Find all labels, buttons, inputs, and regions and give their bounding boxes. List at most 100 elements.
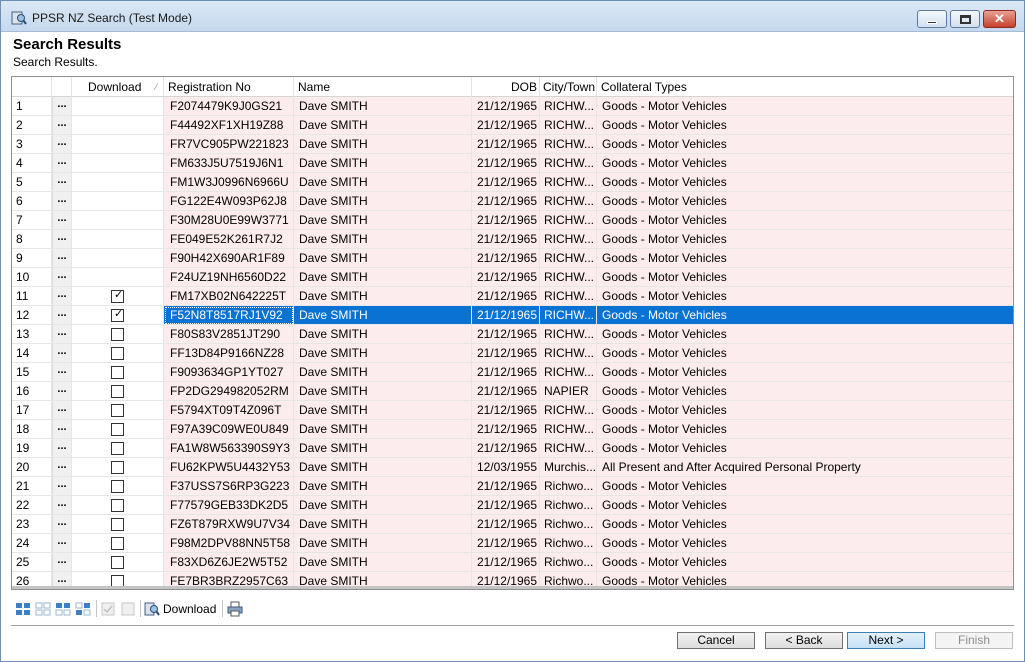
row-details-button[interactable]: ... [52,97,72,116]
collateral-cell: Goods - Motor Vehicles [597,344,1013,363]
download-icon[interactable] [144,601,160,617]
table-row[interactable]: 17... F5794XT09T4Z096T Dave SMITH 21/12/196… [12,401,1013,420]
print-icon[interactable] [227,601,243,617]
row-details-button[interactable]: ... [52,230,72,249]
row-details-button[interactable]: ... [52,477,72,496]
table-row[interactable]: 6... FG122E4W093P62J8 Dave SMITH 21/12/1965… [12,192,1013,211]
table-row[interactable]: 21... F37USS7S6RP3G223 Dave SMITH 21/12/196… [12,477,1013,496]
table-row[interactable]: 12... ✓ F52N8T8517RJ1V92 Dave SMITH 21/12/19… [12,306,1013,325]
table-row[interactable]: 3... FR7VC905PW221823 Dave SMITH 21/12/1965… [12,135,1013,154]
download-checkbox[interactable] [111,499,124,512]
table-row[interactable]: 18... F97A39C09WE0U849 Dave SMITH 21/12/196… [12,420,1013,439]
back-button[interactable]: < Back [765,632,843,649]
table-row[interactable]: 24... F98M2DPV88NN5T58 Dave SMITH 21/12/196… [12,534,1013,553]
dob-cell: 21/12/1965 [472,192,540,211]
horizontal-scrollbar[interactable] [12,586,1013,589]
download-checkbox[interactable] [111,518,124,531]
registration-cell: F30M28U0E99W3771 [164,211,294,230]
row-details-button[interactable]: ... [52,306,72,325]
dob-cell: 21/12/1965 [472,173,540,192]
table-row[interactable]: 20... FU62KPW5U4432Y53 Dave SMITH 12/03/195… [12,458,1013,477]
download-checkbox[interactable] [111,328,124,341]
header-download[interactable]: Download ⁄ [72,77,164,97]
download-checkbox[interactable] [111,385,124,398]
table-row[interactable]: 23... FZ6T879RXW9U7V34 Dave SMITH 21/12/196… [12,515,1013,534]
row-details-button[interactable]: ... [52,287,72,306]
header-city[interactable]: City/Town [540,77,597,97]
close-button[interactable]: ✕ [983,10,1016,28]
row-details-button[interactable]: ... [52,401,72,420]
row-details-button[interactable]: ... [52,268,72,287]
cancel-button[interactable]: Cancel [677,632,755,649]
table-row[interactable]: 22... F77579GEB33DK2D5 Dave SMITH 21/12/196… [12,496,1013,515]
select-all-icon[interactable] [15,601,31,617]
city-cell: RICHW... [540,401,597,420]
collateral-cell: Goods - Motor Vehicles [597,363,1013,382]
download-button-label[interactable]: Download [163,602,216,616]
row-details-button[interactable]: ... [52,458,72,477]
row-details-button[interactable]: ... [52,515,72,534]
download-cell: ✓ [72,287,164,306]
header-dob[interactable]: DOB [472,77,540,97]
minimize-button[interactable] [917,10,947,28]
row-details-button[interactable]: ... [52,363,72,382]
table-row[interactable]: 25... F83XD6Z6JE2W5T52 Dave SMITH 21/12/196… [12,553,1013,572]
row-details-button[interactable]: ... [52,192,72,211]
row-details-button[interactable]: ... [52,116,72,135]
row-details-button[interactable]: ... [52,382,72,401]
table-row[interactable]: 11... ✓ FM17XB02N642225T Dave SMITH 21/12/19… [12,287,1013,306]
row-details-button[interactable]: ... [52,249,72,268]
row-details-button[interactable]: ... [52,211,72,230]
table-row[interactable]: 1... F2074479K9J0GS21 Dave SMITH 21/12/1965… [12,97,1013,116]
name-cell: Dave SMITH [294,420,472,439]
header-collateral[interactable]: Collateral Types [597,77,1013,97]
table-row[interactable]: 5... FM1W3J0996N6966U Dave SMITH 21/12/1965… [12,173,1013,192]
download-checkbox[interactable] [111,537,124,550]
row-details-button[interactable]: ... [52,344,72,363]
table-row[interactable]: 13... F80S83V2851JT290 Dave SMITH 21/12/196… [12,325,1013,344]
row-details-button[interactable]: ... [52,420,72,439]
uncheck-all-icon[interactable] [120,601,136,617]
dob-cell: 21/12/1965 [472,420,540,439]
download-checkbox[interactable] [111,461,124,474]
select-row-icon[interactable] [55,601,71,617]
row-details-button[interactable]: ... [52,173,72,192]
header-name[interactable]: Name [294,77,472,97]
row-details-button[interactable]: ... [52,534,72,553]
download-checkbox[interactable] [111,480,124,493]
download-checkbox[interactable] [111,423,124,436]
download-checkbox[interactable] [111,442,124,455]
download-checkbox[interactable] [111,556,124,569]
maximize-button[interactable] [950,10,980,28]
results-grid[interactable]: Download ⁄ Registration No Name DOB City/… [11,76,1014,590]
deselect-all-icon[interactable] [35,601,51,617]
row-details-button[interactable]: ... [52,135,72,154]
download-checkbox[interactable]: ✓ [111,308,124,322]
invert-selection-icon[interactable] [75,601,91,617]
check-all-icon[interactable] [100,601,116,617]
row-details-button[interactable]: ... [52,496,72,515]
table-row[interactable]: 7... F30M28U0E99W3771 Dave SMITH 21/12/1965… [12,211,1013,230]
download-checkbox[interactable] [111,347,124,360]
header-registration[interactable]: Registration No [164,77,294,97]
header-row-button [52,77,72,97]
table-row[interactable]: 4... FM633J5U7519J6N1 Dave SMITH 21/12/1965… [12,154,1013,173]
row-details-button[interactable]: ... [52,154,72,173]
table-row[interactable]: 14... FF13D84P9166NZ28 Dave SMITH 21/12/196… [12,344,1013,363]
table-row[interactable]: 2... F44492XF1XH19Z88 Dave SMITH 21/12/1965… [12,116,1013,135]
page-title: Search Results [13,36,122,53]
table-row[interactable]: 19... FA1W8W563390S9Y3 Dave SMITH 21/12/196… [12,439,1013,458]
table-row[interactable]: 10... F24UZ19NH6560D22 Dave SMITH 21/12/196… [12,268,1013,287]
download-checkbox[interactable]: ✓ [111,289,124,303]
row-details-button[interactable]: ... [52,439,72,458]
download-checkbox[interactable] [111,366,124,379]
table-row[interactable]: 8... FE049E52K261R7J2 Dave SMITH 21/12/1965… [12,230,1013,249]
next-button[interactable]: Next > [847,632,925,649]
table-row[interactable]: 16... FP2DG294982052RM Dave SMITH 21/12/196… [12,382,1013,401]
registration-cell: FA1W8W563390S9Y3 [164,439,294,458]
table-row[interactable]: 15... F9093634GP1YT027 Dave SMITH 21/12/196… [12,363,1013,382]
row-details-button[interactable]: ... [52,325,72,344]
row-details-button[interactable]: ... [52,553,72,572]
download-checkbox[interactable] [111,404,124,417]
table-row[interactable]: 9... F90H42X690AR1F89 Dave SMITH 21/12/1965… [12,249,1013,268]
